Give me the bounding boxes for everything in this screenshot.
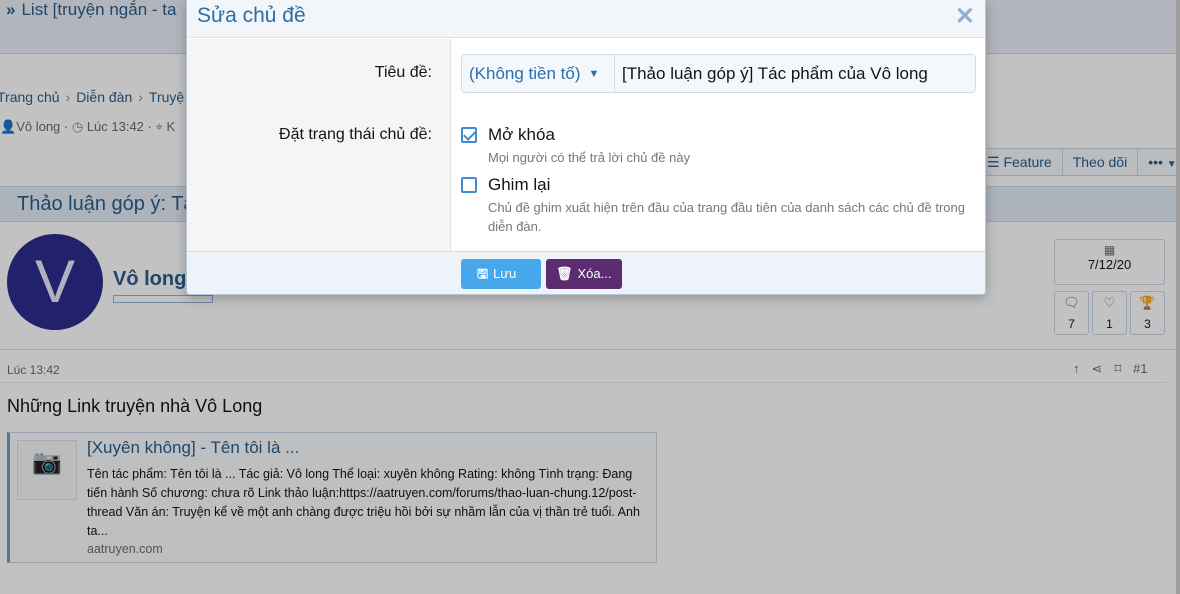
modal-title: Sửa chủ đề: [197, 4, 306, 27]
modal-footer: 🖫 Lưu 🗑 Xóa...: [187, 251, 985, 294]
save-button[interactable]: 🖫 Lưu: [461, 259, 541, 289]
prefix-select[interactable]: (Không tiền tố) ▼: [462, 55, 615, 92]
pin-hint: Chủ đề ghim xuất hiện trên đầu của trang…: [488, 200, 965, 234]
prefix-value: (Không tiền tố): [469, 64, 581, 83]
title-input-group: (Không tiền tố) ▼ [Thảo luận góp ý] Tác p…: [461, 54, 976, 93]
edit-thread-modal: Sửa chủ đề ✕ Tiêu đề: Đặt trạng thái chủ…: [186, 0, 986, 295]
save-icon: 🖫: [477, 266, 489, 281]
unlock-hint: Mọi người có thể trả lời chủ đề này: [488, 150, 691, 165]
unlock-label[interactable]: Mở khóa: [488, 125, 555, 145]
form-label-column: Tiêu đề: Đặt trạng thái chủ đề:: [187, 39, 451, 251]
title-field-label: Tiêu đề:: [374, 64, 432, 81]
close-icon[interactable]: ✕: [955, 2, 975, 31]
pin-label[interactable]: Ghim lại: [488, 175, 550, 195]
unlock-checkbox[interactable]: [461, 127, 477, 143]
delete-button[interactable]: 🗑 Xóa...: [546, 259, 622, 289]
pin-checkbox[interactable]: [461, 177, 477, 193]
delete-label: Xóa...: [577, 266, 612, 281]
modal-header: Sửa chủ đề ✕: [187, 0, 985, 38]
caret-down-icon: ▼: [588, 68, 600, 80]
title-input[interactable]: [Thảo luận góp ý] Tác phẩm của Vô long: [615, 55, 975, 92]
trash-icon: 🗑: [556, 266, 573, 281]
status-field-label: Đặt trạng thái chủ đề:: [279, 126, 432, 143]
save-label: Lưu: [493, 266, 517, 281]
